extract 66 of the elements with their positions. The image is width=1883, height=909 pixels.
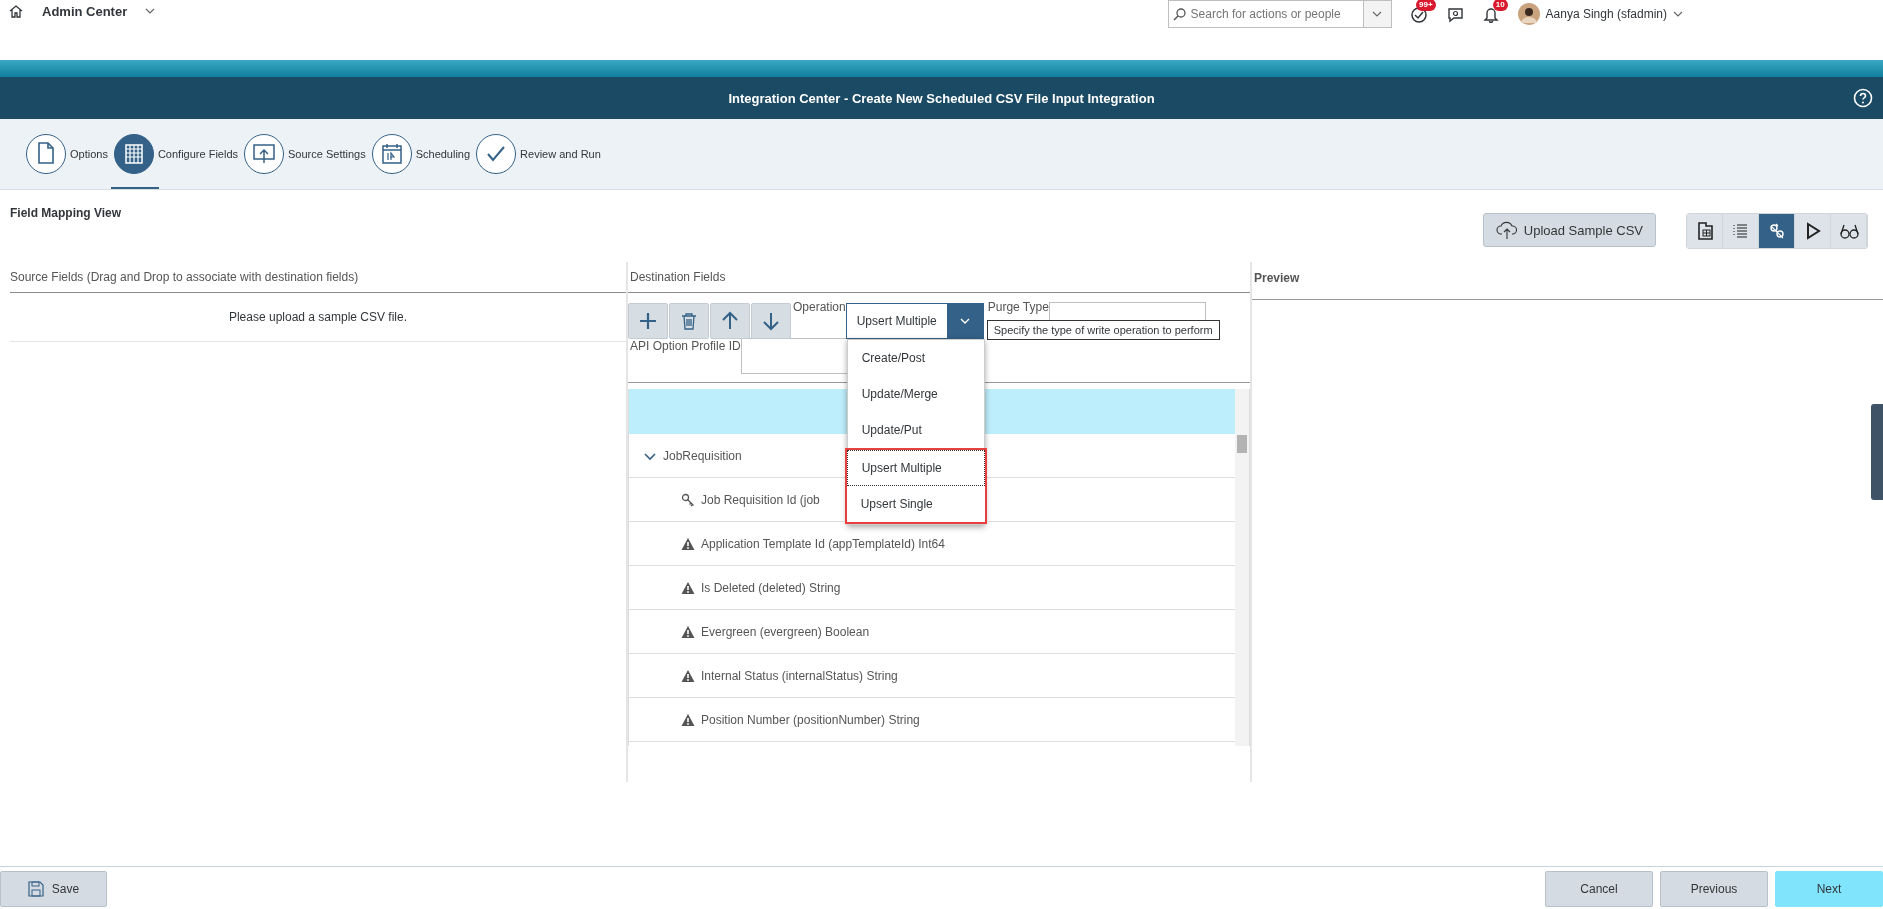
wizard-step[interactable]: Scheduling <box>371 119 471 189</box>
arrow-down-icon <box>760 310 782 332</box>
up-button[interactable] <box>710 303 750 339</box>
dropdown-option[interactable]: Upsert Single <box>846 486 985 522</box>
view-mode-button[interactable] <box>1687 214 1723 248</box>
field-name[interactable]: Position Number (positionNumber) String <box>701 712 920 727</box>
key-icon <box>681 492 695 507</box>
cloud-upload-icon <box>1495 220 1518 240</box>
caret-icon[interactable] <box>145 6 156 16</box>
view-mode-button[interactable] <box>1795 214 1831 248</box>
caret-icon[interactable] <box>1673 9 1683 19</box>
field-label: Purge Type <box>987 300 1049 314</box>
chat-icon[interactable] <box>1445 5 1464 23</box>
tree-node-label[interactable]: JobRequisition <box>663 448 742 463</box>
down-button[interactable] <box>751 303 791 339</box>
view-mode-button[interactable] <box>1759 214 1795 248</box>
app-title[interactable]: Admin Center <box>42 3 128 19</box>
empty-message: Please upload a sample CSV file. <box>10 293 626 342</box>
field-name[interactable]: Application Template Id (appTemplateId) Int64 <box>701 536 945 551</box>
caret-icon <box>1372 9 1383 19</box>
plus-icon <box>637 310 659 332</box>
upload-button[interactable]: Upload Sample CSV <box>1482 213 1656 247</box>
bell-icon[interactable] <box>1481 5 1500 23</box>
field-name[interactable]: Evergreen (evergreen) Boolean <box>701 624 870 639</box>
dropdown-option[interactable]: Update/Merge <box>847 376 984 412</box>
page-title: Integration Center - Create New Scheduled CSV File Input Integration <box>728 90 1155 106</box>
column-heading: Preview <box>1252 262 1883 300</box>
primary-button[interactable]: Next <box>1775 871 1883 907</box>
secondary-button[interactable]: Cancel <box>1545 871 1653 907</box>
wizard-step[interactable]: Review and Run <box>476 119 601 189</box>
field-name[interactable]: Job Requisition Id (job <box>701 492 820 507</box>
delete-button[interactable] <box>669 303 709 339</box>
checklist-icon[interactable] <box>1409 5 1428 23</box>
save-button[interactable]: Save <box>0 871 107 907</box>
wizard-step[interactable]: Source Settings <box>244 119 366 189</box>
secondary-button[interactable]: Previous <box>1660 871 1768 907</box>
dropdown-option[interactable]: Create/Post <box>847 340 984 376</box>
warning-icon <box>681 668 695 683</box>
warning-icon <box>681 580 695 595</box>
field-name[interactable]: Internal Status (internalStatus) String <box>701 668 898 683</box>
search-field[interactable]: Search for actions or people <box>1167 0 1364 28</box>
avatar-icon[interactable] <box>1517 3 1540 25</box>
column-heading: Destination Fields <box>628 262 1250 293</box>
tooltip: Specify the type of write operation to perform <box>986 320 1220 340</box>
view-mode-button[interactable] <box>1831 214 1867 248</box>
scrollbar-thumb[interactable] <box>1237 435 1247 453</box>
column-heading: Source Fields (Drag and Drop to associate with destination fields) <box>10 262 626 293</box>
field-label: Operation <box>793 300 846 314</box>
field-name[interactable]: Is Deleted (deleted) String <box>701 580 841 595</box>
add-button[interactable] <box>628 303 668 339</box>
user-name[interactable]: Aanya Singh (sfadmin) <box>1545 7 1667 21</box>
dropdown-option[interactable]: Upsert Multiple <box>846 450 985 486</box>
warning-icon <box>681 536 695 551</box>
count-badge: 99+ <box>1416 0 1436 11</box>
wizard-step[interactable]: Options <box>26 119 108 189</box>
warning-icon <box>681 624 695 639</box>
help-icon[interactable] <box>1853 88 1873 108</box>
dropdown-option[interactable]: Update/Put <box>847 412 984 448</box>
field-label: API Option Profile ID <box>630 339 741 353</box>
search-icon <box>1172 7 1187 21</box>
side-panel-handle[interactable] <box>1871 404 1883 500</box>
warning-icon <box>681 712 695 727</box>
view-title: Field Mapping View <box>10 206 122 220</box>
wizard-step[interactable]: Configure Fields <box>113 119 238 189</box>
home-icon[interactable] <box>8 3 24 19</box>
count-badge: 10 <box>1492 0 1508 11</box>
